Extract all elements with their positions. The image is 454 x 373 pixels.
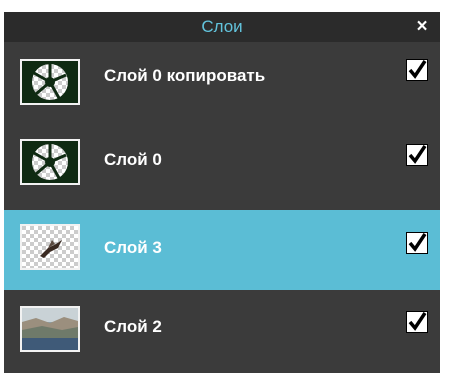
layer-row[interactable]: Слой 0 bbox=[4, 125, 440, 206]
checkbox-check-icon bbox=[406, 59, 428, 81]
layer-name: Слой 0 bbox=[104, 150, 162, 169]
checkbox-check-icon bbox=[406, 311, 428, 333]
layer-name: Слой 0 копировать bbox=[104, 66, 266, 85]
visibility-checkbox[interactable] bbox=[406, 144, 428, 166]
layer-name: Слой 3 bbox=[104, 238, 162, 257]
layer-row[interactable]: Слой 2 bbox=[4, 292, 440, 373]
layer-thumbnail bbox=[20, 59, 80, 105]
visibility-checkbox[interactable] bbox=[406, 232, 428, 254]
layer-list: Слой 0 копировать Слой 0 Слой 3 Слой 2 bbox=[4, 45, 440, 373]
layer-row-selected[interactable]: Слой 3 bbox=[4, 210, 440, 290]
close-icon[interactable]: × bbox=[410, 12, 434, 42]
panel-titlebar: Слои × bbox=[4, 12, 440, 42]
visibility-checkbox[interactable] bbox=[406, 59, 428, 81]
layer-row[interactable]: Слой 0 копировать bbox=[4, 45, 440, 123]
layer-thumbnail bbox=[20, 306, 80, 352]
checkbox-check-icon bbox=[406, 144, 428, 166]
visibility-checkbox[interactable] bbox=[406, 311, 428, 333]
layer-thumbnail bbox=[20, 139, 80, 185]
checkbox-check-icon bbox=[406, 232, 428, 254]
layers-panel: Слои × Слой 0 копировать Слой 0 Слой 3 С… bbox=[4, 12, 440, 373]
layer-thumbnail bbox=[20, 224, 80, 270]
panel-title: Слои bbox=[201, 17, 243, 36]
layer-name: Слой 2 bbox=[104, 317, 162, 336]
